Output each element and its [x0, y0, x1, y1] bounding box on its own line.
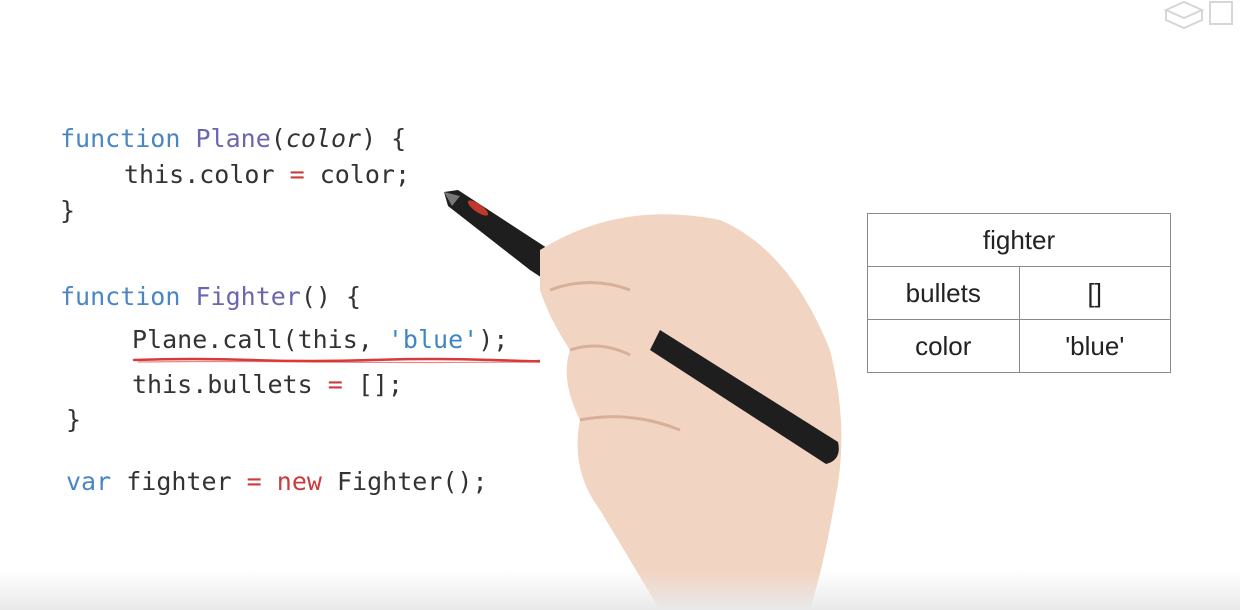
code-line-assign-bullets: this.bullets = []; — [132, 370, 403, 400]
keyword: function — [60, 124, 181, 153]
object-diagram-fighter: fighter bullets [] color 'blue' — [867, 213, 1171, 373]
rhs: color; — [319, 160, 411, 189]
code-line-plane-decl: function Plane(color) { — [60, 124, 406, 154]
property-value: 'blue' — [1018, 319, 1171, 373]
operator: = — [327, 370, 343, 399]
keyword: function — [60, 282, 181, 311]
rhs: []; — [357, 370, 403, 399]
code-line-fighter-decl: function Fighter() { — [60, 282, 361, 312]
function-name: Plane — [195, 124, 271, 153]
new-keyword: new — [276, 467, 322, 496]
operator: = — [289, 160, 305, 189]
identifier: fighter — [126, 467, 232, 496]
property-key: bullets — [867, 266, 1020, 320]
property-value: [] — [1018, 266, 1171, 320]
paren-open: ( — [270, 124, 286, 153]
code-line-close-brace: } — [60, 196, 76, 225]
lhs: this.bullets — [132, 370, 313, 399]
call-expression: Plane.call(this, — [132, 325, 388, 354]
bottom-fade — [0, 570, 1240, 610]
watermark-logo-icon — [1163, 0, 1233, 30]
object-title: fighter — [867, 213, 1171, 267]
operator: = — [246, 467, 262, 496]
code-line-var-fighter: var fighter = new Fighter(); — [66, 467, 488, 497]
code-line-close-brace-2: } — [66, 405, 82, 434]
function-name: Fighter — [195, 282, 301, 311]
brace-open: () { — [300, 282, 362, 311]
param: color — [285, 124, 362, 153]
lhs: this.color — [124, 160, 275, 189]
hand-with-pen-image — [444, 190, 842, 610]
property-key: color — [867, 319, 1020, 373]
keyword: var — [66, 467, 112, 496]
brace-open: ) { — [361, 124, 407, 153]
code-line-assign-color: this.color = color; — [124, 160, 410, 190]
